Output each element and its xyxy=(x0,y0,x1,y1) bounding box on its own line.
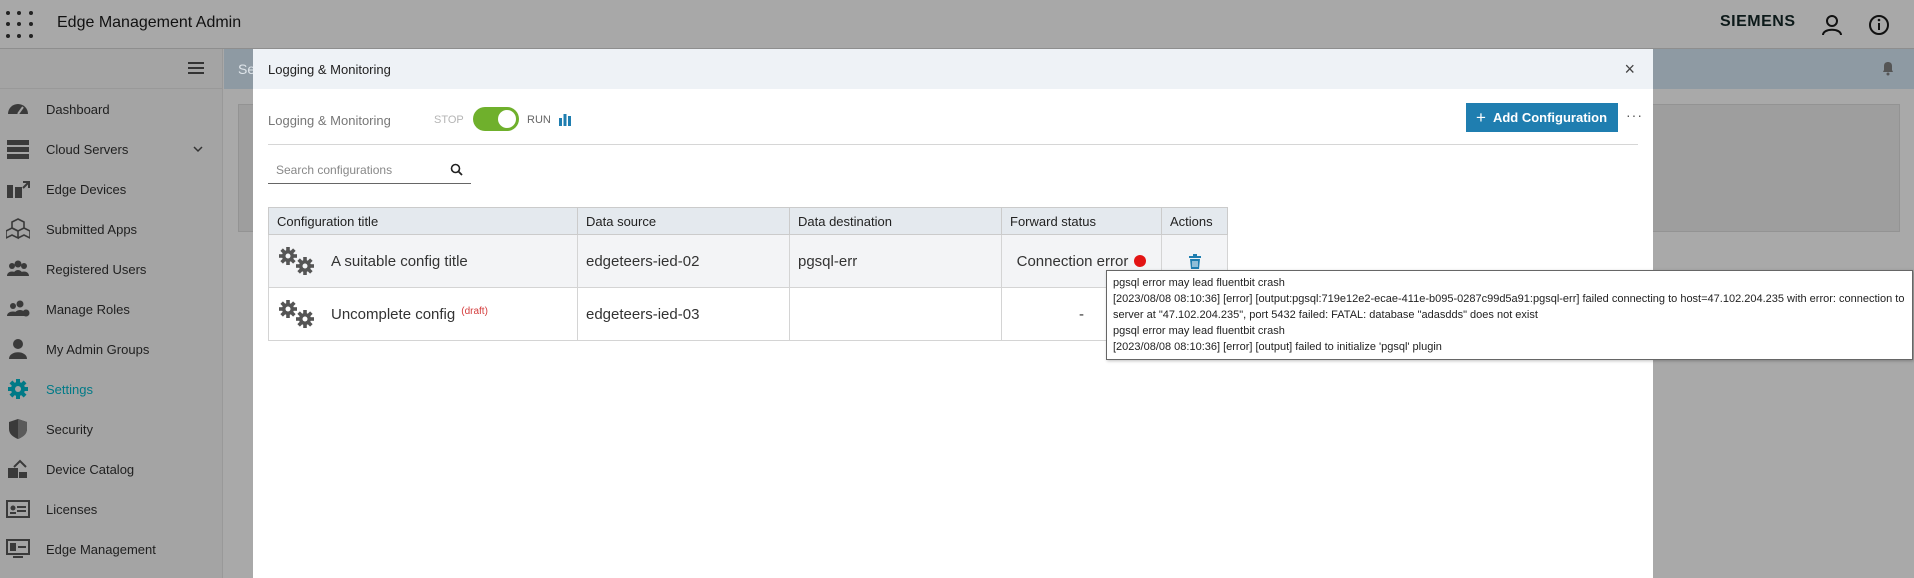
column-header[interactable]: Data source xyxy=(577,207,790,235)
error-status-dot[interactable] xyxy=(1134,254,1147,267)
dialog-toolbar: Logging & Monitoring STOP RUN + Add Conf… xyxy=(268,103,1642,145)
trash-icon[interactable] xyxy=(1188,253,1202,269)
sidebar-item-my-admin-groups[interactable]: My Admin Groups xyxy=(0,329,222,369)
config-title-cell: A suitable config title xyxy=(268,234,578,288)
sidebar-item-label: Device Catalog xyxy=(46,461,135,477)
search-input[interactable] xyxy=(268,158,438,182)
data-destination-cell: pgsql-err xyxy=(789,234,1002,288)
toolbar-label: Logging & Monitoring xyxy=(268,113,391,128)
error-tooltip: pgsql error may lead fluentbit crash [20… xyxy=(1106,270,1913,360)
dialog-header: Logging & Monitoring × xyxy=(253,49,1653,89)
menu-toggle-icon[interactable] xyxy=(188,62,204,74)
column-header[interactable]: Data destination xyxy=(789,207,1002,235)
sidebar-item-cloud-servers[interactable]: Cloud Servers xyxy=(0,129,222,169)
apps-icon xyxy=(6,218,30,240)
info-icon[interactable] xyxy=(1866,12,1892,38)
sidebar-item-label: Submitted Apps xyxy=(46,221,138,237)
catalog-icon xyxy=(8,459,27,478)
search-icon[interactable] xyxy=(450,163,463,176)
table-row[interactable]: Uncomplete config (draft) edgeteers-ied-… xyxy=(268,287,1228,341)
config-title[interactable]: Uncomplete config xyxy=(331,306,455,323)
devices-icon xyxy=(7,181,30,198)
dialog-title: Logging & Monitoring xyxy=(268,62,391,77)
chevron-down-icon[interactable] xyxy=(192,143,204,155)
sidebar-item-registered-users[interactable]: Registered Users xyxy=(0,249,222,289)
close-icon[interactable]: × xyxy=(1624,60,1635,78)
sidebar-item-edge-devices[interactable]: Edge Devices xyxy=(0,169,222,209)
configurations-table: Configuration title Data source Data des… xyxy=(268,207,1228,341)
plus-icon: + xyxy=(1476,107,1486,127)
sidebar: Dashboard Cloud Servers Edge Devices Sub… xyxy=(0,49,223,578)
tooltip-line: pgsql error may lead fluentbit crash xyxy=(1113,277,1285,289)
sidebar-item-label: Security xyxy=(46,421,93,437)
table-header-row: Configuration title Data source Data des… xyxy=(268,207,1228,235)
stop-label: STOP xyxy=(434,114,464,126)
server-icon xyxy=(7,140,29,159)
shield-icon xyxy=(9,419,27,439)
sidebar-item-manage-roles[interactable]: Manage Roles xyxy=(0,289,222,329)
brand-logo: SIEMENS xyxy=(1720,13,1796,30)
table-row[interactable]: A suitable config title edgeteers-ied-02… xyxy=(268,234,1228,288)
sidebar-item-edge-management[interactable]: Edge Management xyxy=(0,529,222,569)
monitor-icon xyxy=(6,539,30,558)
gears-icon xyxy=(279,300,314,328)
top-bar: Edge Management Admin SIEMENS xyxy=(0,0,1914,49)
add-configuration-label: Add Configuration xyxy=(1492,110,1608,125)
more-options-icon[interactable]: ··· xyxy=(1626,107,1643,123)
data-source-cell: edgeteers-ied-02 xyxy=(577,234,790,288)
app-title: Edge Management Admin xyxy=(57,14,242,31)
data-destination-cell xyxy=(789,287,1002,341)
sidebar-item-label: Settings xyxy=(46,381,93,397)
sidebar-item-licenses[interactable]: Licenses xyxy=(0,489,222,529)
sidebar-item-dashboard[interactable]: Dashboard xyxy=(0,89,222,129)
add-configuration-button[interactable]: + Add Configuration xyxy=(1466,103,1618,132)
tooltip-line: [2023/08/08 08:10:36] [error] [output:pg… xyxy=(1113,293,1905,321)
config-title-cell: Uncomplete config (draft) xyxy=(268,287,578,341)
tooltip-line: pgsql error may lead fluentbit crash xyxy=(1113,325,1285,337)
sidebar-item-label: Dashboard xyxy=(46,101,110,117)
sidebar-item-submitted-apps[interactable]: Submitted Apps xyxy=(0,209,222,249)
users-icon xyxy=(7,260,29,276)
config-title[interactable]: A suitable config title xyxy=(331,253,468,270)
dashboard-icon xyxy=(8,104,28,115)
draft-badge: (draft) xyxy=(461,305,488,317)
user-icon xyxy=(9,339,27,359)
sidebar-item-label: Licenses xyxy=(46,501,98,517)
column-header[interactable]: Forward status xyxy=(1001,207,1162,235)
sidebar-item-label: Edge Devices xyxy=(46,181,127,197)
search-box xyxy=(268,158,471,184)
sidebar-item-label: Registered Users xyxy=(46,261,147,277)
bar-chart-icon[interactable] xyxy=(558,112,572,126)
forward-status-text: Connection error xyxy=(1016,252,1129,270)
toggle-knob xyxy=(498,110,516,128)
bell-icon[interactable] xyxy=(1880,60,1896,76)
gear-icon xyxy=(8,379,28,399)
roles-icon xyxy=(7,300,30,317)
license-icon xyxy=(6,500,30,518)
sidebar-item-label: Manage Roles xyxy=(46,301,130,317)
apps-grid-icon[interactable] xyxy=(6,11,34,39)
sidebar-item-settings[interactable]: Settings xyxy=(0,369,222,409)
run-stop-toggle[interactable] xyxy=(473,107,519,131)
run-label: RUN xyxy=(527,114,551,126)
column-header: Actions xyxy=(1161,207,1228,235)
column-header[interactable]: Configuration title xyxy=(268,207,578,235)
sidebar-item-security[interactable]: Security xyxy=(0,409,222,449)
gears-icon xyxy=(279,247,314,275)
sidebar-item-label: Cloud Servers xyxy=(46,141,129,157)
user-icon[interactable] xyxy=(1819,12,1845,38)
sidebar-item-device-catalog[interactable]: Device Catalog xyxy=(0,449,222,489)
sidebar-item-label: Edge Management xyxy=(46,541,156,557)
sidebar-item-label: My Admin Groups xyxy=(46,341,150,357)
data-source-cell: edgeteers-ied-03 xyxy=(577,287,790,341)
tooltip-line: [2023/08/08 08:10:36] [error] [output] f… xyxy=(1113,341,1442,353)
